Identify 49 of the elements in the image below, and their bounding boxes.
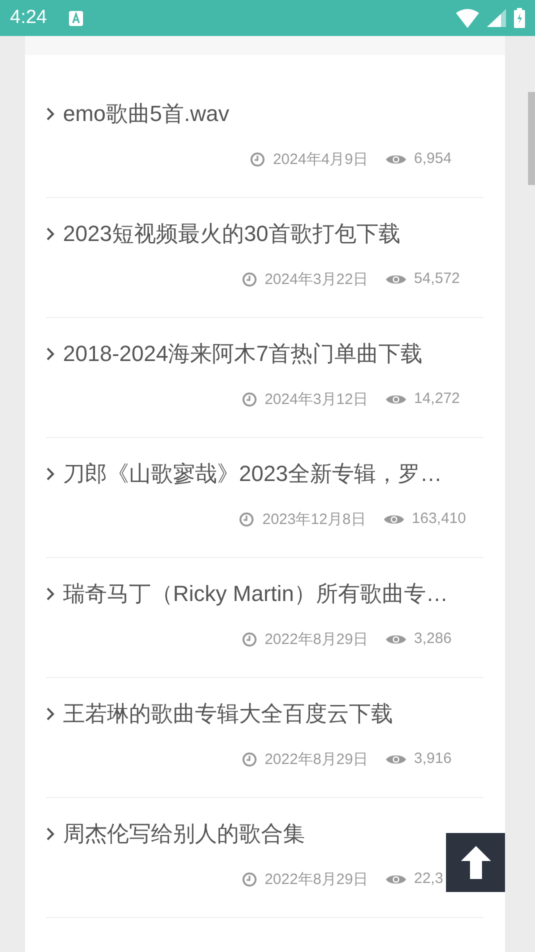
post-title[interactable]: emo歌曲5首.wav [63, 99, 230, 129]
post-title[interactable]: 周杰伦写给别人的歌合集 [63, 819, 305, 849]
post-date: 2024年4月9日 [272, 150, 368, 168]
post-date: 2024年3月22日 [264, 270, 368, 288]
eye-icon [384, 512, 404, 526]
view-count: 3,916 [414, 750, 452, 767]
status-time: 4:24 [10, 7, 47, 29]
post-date: 2023年12月8日 [262, 510, 366, 528]
chevron-icon [46, 467, 55, 481]
battery-icon [514, 8, 525, 28]
signal-icon [487, 9, 506, 27]
eye-icon [386, 752, 406, 766]
post-title[interactable]: 2023短视频最火的30首歌打包下载 [63, 219, 400, 249]
chevron-icon [46, 227, 55, 241]
view-count: 3,286 [414, 630, 452, 647]
chevron-icon [46, 827, 55, 841]
eye-icon [386, 632, 406, 646]
post-date: 2022年8月29日 [264, 750, 368, 768]
chevron-icon [46, 587, 55, 601]
view-count: 6,954 [414, 150, 452, 167]
post-date: 2022年8月29日 [264, 630, 368, 648]
clock-icon [242, 272, 257, 286]
eye-icon [386, 272, 406, 286]
clock-icon [242, 872, 257, 886]
clock-icon [242, 392, 257, 406]
clock-icon [239, 512, 254, 526]
clock-icon [242, 632, 257, 646]
post-date: 2024年3月12日 [264, 390, 368, 408]
view-count: 54,572 [414, 270, 460, 287]
back-to-top-button[interactable] [446, 833, 505, 892]
clock-icon [250, 152, 265, 166]
chevron-icon [46, 707, 55, 721]
post-title[interactable]: 王若琳的歌曲专辑大全百度云下载 [63, 699, 393, 729]
post-title[interactable]: 2018-2024海来阿木7首热门单曲下载 [63, 339, 422, 369]
view-count: 22,3 [414, 870, 444, 887]
view-count: 163,410 [412, 510, 466, 527]
post-title[interactable]: 瑞奇马丁（Ricky Martin）所有歌曲专… [63, 579, 448, 609]
eye-icon [386, 152, 406, 166]
post-date: 2022年8月29日 [264, 870, 368, 888]
wifi-icon [456, 8, 479, 28]
chevron-icon [46, 107, 55, 121]
clock-icon [242, 752, 257, 766]
post-title[interactable]: 刀郎《山歌寥哉》2023全新专辑，罗… [63, 459, 442, 489]
eye-icon [386, 872, 406, 886]
notification-icon [68, 10, 83, 26]
arrow-up-icon [460, 846, 490, 879]
chevron-icon [46, 347, 55, 361]
eye-icon [386, 392, 406, 406]
view-count: 14,272 [414, 390, 460, 407]
